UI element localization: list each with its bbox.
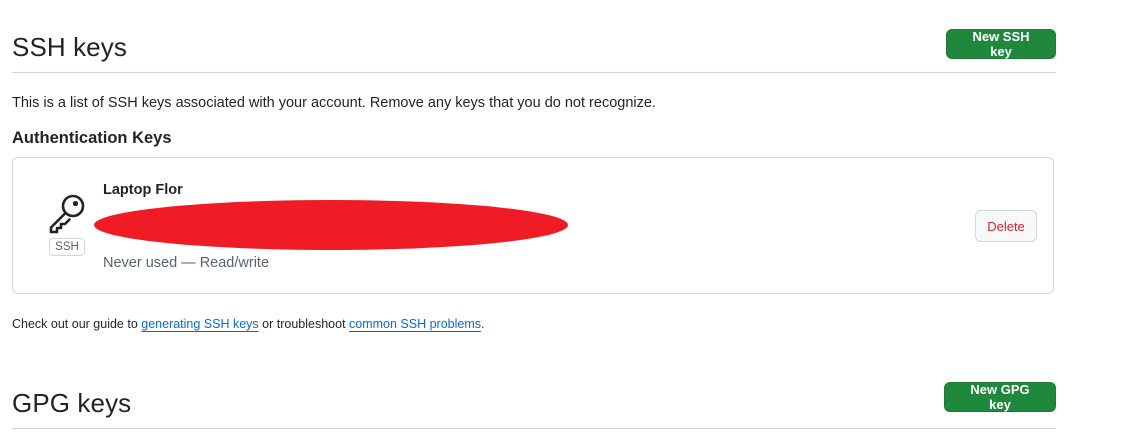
ssh-keys-title: SSH keys — [12, 32, 127, 62]
key-icon — [49, 194, 85, 234]
key-usage-info: Never used — Read/write — [103, 255, 270, 271]
help-prefix: Check out our guide to — [12, 317, 142, 331]
ssh-keys-description: This is a list of SSH keys associated wi… — [12, 95, 656, 111]
gpg-keys-header: GPG keys New GPG key — [12, 377, 1056, 429]
delete-key-button[interactable]: Delete — [975, 210, 1037, 242]
help-middle: or troubleshoot — [258, 317, 350, 331]
ssh-type-badge: SSH — [49, 238, 85, 256]
ssh-keys-header: SSH keys New SSH key — [12, 22, 1056, 73]
new-ssh-key-button[interactable]: New SSH key — [946, 28, 1056, 59]
new-gpg-key-button[interactable]: New GPG key — [944, 381, 1056, 412]
help-suffix: . — [481, 317, 485, 331]
key-title: Laptop Flor — [103, 182, 183, 198]
generating-ssh-keys-link[interactable]: generating SSH keys — [141, 317, 258, 331]
redacted-fingerprint — [94, 200, 568, 250]
settings-page: SSH keys New SSH key This is a list of S… — [0, 0, 1125, 446]
common-ssh-problems-link[interactable]: common SSH problems — [349, 317, 481, 331]
authentication-keys-heading: Authentication Keys — [12, 129, 172, 147]
gpg-keys-title: GPG keys — [12, 387, 132, 418]
ssh-key-item: SSH Laptop Flor Never used — Read/write … — [12, 157, 1054, 294]
ssh-help-text: Check out our guide to generating SSH ke… — [12, 317, 485, 331]
